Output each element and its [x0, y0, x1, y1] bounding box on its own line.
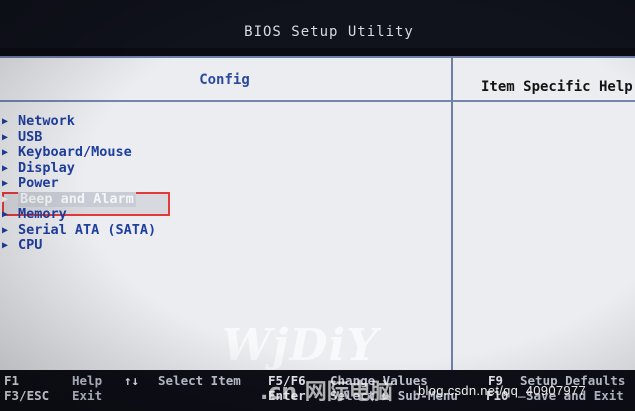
menu-item-memory[interactable]: ▶ Memory — [0, 206, 438, 223]
key-f5-f6: F5/F6 — [268, 373, 306, 388]
submenu-arrow-icon: ▶ — [2, 116, 9, 127]
menu-item-label: Display — [18, 159, 75, 176]
submenu-arrow-icon: ▶ — [2, 240, 9, 251]
submenu-arrow-icon: ▶ — [2, 147, 9, 158]
submenu-arrow-icon: ▶ — [2, 131, 9, 143]
key-f3-esc-desc: Exit — [72, 388, 103, 403]
config-pane: Config ▶ Network ▶ USB ▶ Keyboard/Mouse … — [0, 58, 453, 372]
menu-item-beep-and-alarm[interactable]: ▶ Beep and Alarm — [0, 190, 438, 207]
key-enter: Enter — [268, 388, 306, 403]
menu-item-label: Beep and Alarm — [18, 190, 136, 207]
app-title: BIOS Setup Utility — [244, 24, 414, 40]
help-header: Item Specific Help — [453, 58, 635, 102]
menu-item-serial-ata[interactable]: ▶ Serial ATA (SATA) — [0, 221, 438, 239]
help-title: Item Specific Help — [481, 79, 633, 95]
key-f1: F1 — [4, 373, 20, 388]
menu-item-power[interactable]: ▶ Power — [0, 175, 438, 192]
menu-list: ▶ Network ▶ USB ▶ Keyboard/Mouse ▶ Displ… — [0, 113, 438, 254]
menu-item-label: USB — [18, 128, 43, 145]
menu-item-label: Power — [18, 175, 59, 191]
key-arrows-desc: Select Item — [158, 373, 241, 388]
menu-item-label: Serial ATA (SATA) — [18, 221, 157, 238]
menu-item-keyboard-mouse[interactable]: ▶ Keyboard/Mouse — [0, 144, 438, 161]
submenu-arrow-icon: ▶ — [2, 193, 9, 205]
title-bar: BIOS Setup Utility — [0, 0, 635, 48]
menu-item-label: CPU — [18, 237, 43, 253]
key-f5-f6-desc: Change Values — [330, 373, 428, 388]
menu-item-display[interactable]: ▶ Display — [0, 159, 438, 177]
menu-item-usb[interactable]: ▶ USB — [0, 128, 438, 146]
source-url-caption: blog.csdn.net/qq_40907977 — [418, 383, 586, 398]
submenu-arrow-icon: ▶ — [2, 224, 9, 236]
config-header: Config — [0, 58, 451, 102]
main-panel: Config ▶ Network ▶ USB ▶ Keyboard/Mouse … — [0, 56, 635, 372]
submenu-arrow-icon: ▶ — [2, 162, 9, 174]
menu-item-cpu[interactable]: ▶ CPU — [0, 237, 438, 254]
tab-config[interactable]: Config — [0, 72, 451, 88]
bios-screen: BIOS Setup Utility Config ▶ Network ▶ US… — [0, 0, 635, 411]
key-arrows: ↑↓ — [124, 373, 140, 388]
key-f3-esc: F3/ESC — [4, 388, 50, 403]
menu-item-label: Keyboard/Mouse — [18, 144, 132, 160]
menu-item-label: Network — [18, 113, 75, 129]
menu-item-label: Memory — [18, 206, 67, 222]
submenu-arrow-icon: ▶ — [2, 178, 9, 189]
help-pane: Item Specific Help — [453, 58, 635, 372]
submenu-arrow-icon: ▶ — [2, 209, 9, 220]
key-f1-desc: Help — [72, 373, 103, 388]
menu-item-network[interactable]: ▶ Network — [0, 113, 438, 130]
